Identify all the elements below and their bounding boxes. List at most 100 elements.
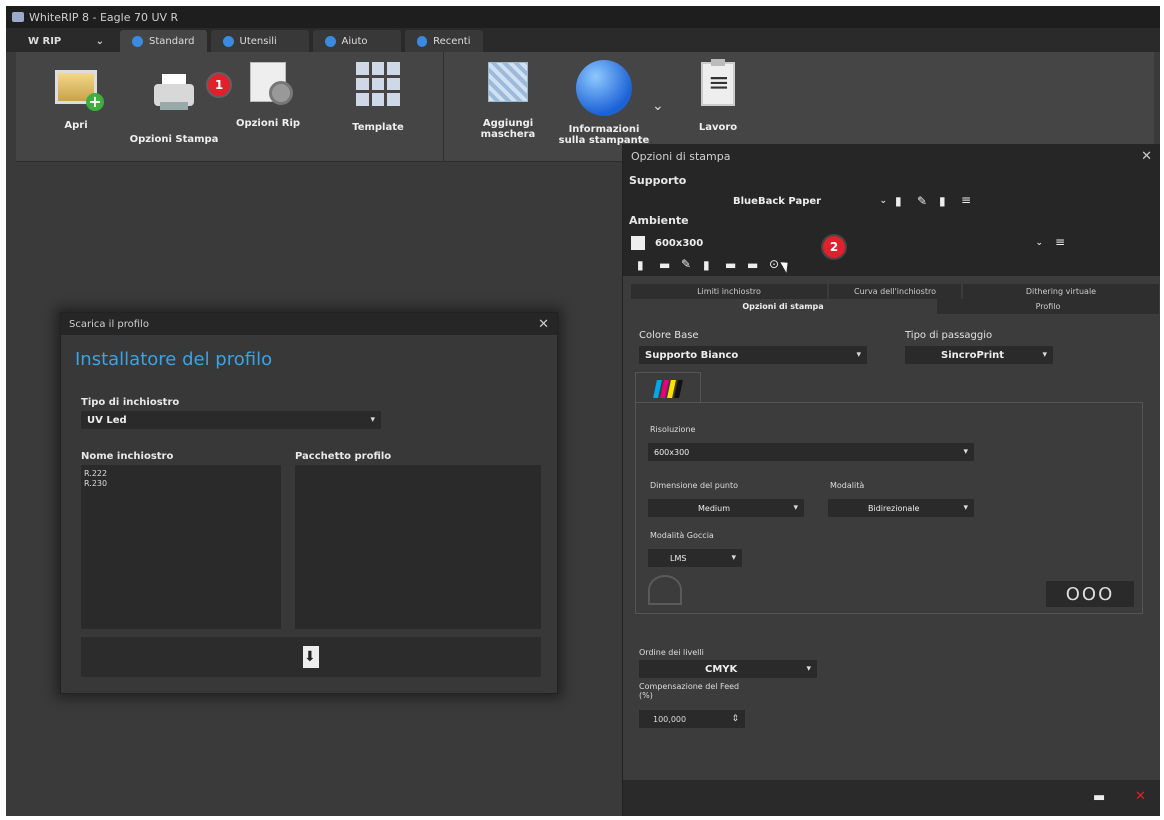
tab-ink-limits[interactable]: Limiti inchiostro	[631, 284, 827, 299]
new-file-icon[interactable]: ▮	[637, 258, 644, 272]
job-label: Lavoro	[698, 122, 738, 133]
export-icon[interactable]: ▬	[747, 258, 758, 272]
pass-type-label: Tipo di passaggio	[905, 330, 993, 341]
open-button[interactable]: Apri	[30, 62, 122, 152]
app-window: WhiteRIP 8 - Eagle 70 UV R W RIP ⌄ Stand…	[6, 6, 1160, 816]
tab-recenti[interactable]: Recenti	[404, 30, 483, 52]
environment-label: Ambiente	[629, 214, 689, 227]
support-select[interactable]: BlueBack Paper ⌄	[707, 192, 893, 210]
menu-icon[interactable]: ≡	[1055, 235, 1065, 249]
base-color-select[interactable]: Supporto Bianco ▾	[639, 346, 867, 364]
ink-settings-panel: Risoluzione 600x300 ▾ Dimensione del pun…	[635, 402, 1143, 614]
chevron-down-icon: ⌄	[95, 35, 104, 47]
rip-options-button[interactable]: Opzioni Rip	[222, 62, 314, 152]
tab-virtual-dithering[interactable]: Dithering virtuale	[963, 284, 1159, 299]
globe-icon	[576, 60, 632, 116]
close-icon[interactable]: ✕	[1141, 149, 1152, 164]
tab-label: Recenti	[433, 35, 471, 47]
mode-select[interactable]: Bidirezionale ▾	[828, 499, 974, 517]
base-color-label: Colore Base	[639, 330, 699, 341]
add-mask-button[interactable]: Aggiungi maschera	[456, 62, 560, 152]
chevron-down-icon: ▾	[806, 664, 811, 674]
tab-print-options[interactable]: Opzioni di stampa	[631, 299, 935, 314]
list-item[interactable]: R.222	[84, 469, 278, 479]
pass-type-select[interactable]: SincroPrint ▾	[905, 346, 1053, 364]
delete-icon[interactable]: ▮	[939, 194, 946, 208]
new-file-icon[interactable]: ▮	[895, 194, 902, 208]
chevron-down-icon: ▾	[963, 447, 968, 457]
cancel-close-icon[interactable]: ✕	[1135, 789, 1146, 804]
printer-info-button[interactable]: Informazioni sulla stampante	[556, 60, 652, 150]
more-options-button[interactable]: OOO	[1046, 581, 1134, 607]
download-icon	[303, 646, 319, 668]
edit-pencil-icon[interactable]: ✎	[917, 194, 927, 208]
tab-aiuto[interactable]: Aiuto	[312, 30, 401, 52]
menu-icon[interactable]: ≡	[961, 193, 971, 207]
dot-size-label: Dimensione del punto	[650, 481, 739, 490]
resolution-label: Risoluzione	[650, 425, 696, 434]
chevron-down-icon: ▾	[370, 415, 375, 425]
clipboard-icon	[701, 59, 735, 106]
layer-order-label: Ordine dei livelli	[639, 648, 704, 657]
environment-select[interactable]: 600x300 ⌄	[649, 234, 1049, 252]
list-item[interactable]: R.230	[84, 479, 278, 489]
brand-watermark-icon	[648, 575, 682, 605]
delete-icon[interactable]: ▮	[703, 258, 710, 272]
download-button[interactable]	[81, 637, 541, 677]
rip-options-label: Opzioni Rip	[235, 118, 301, 129]
mode-value: Bidirezionale	[868, 503, 920, 513]
app-menu-label: W RIP	[28, 35, 62, 47]
grid-template-icon	[356, 62, 400, 106]
add-mask-label: Aggiungi maschera	[480, 118, 536, 140]
template-button[interactable]: Template	[332, 62, 424, 152]
ink-type-value: UV Led	[87, 414, 127, 426]
drop-mode-select[interactable]: LMS ▾	[648, 549, 742, 567]
print-options-dialog: Opzioni di stampa ✕ Supporto BlueBack Pa…	[622, 144, 1160, 816]
tools-icon	[222, 35, 234, 47]
chevron-down-icon: ▾	[793, 503, 798, 513]
save-icon[interactable]: ▬	[1093, 790, 1105, 805]
chevron-down-icon: ⌄	[879, 196, 887, 206]
step-badge-2: 2	[823, 236, 845, 258]
profile-pack-list[interactable]	[295, 465, 541, 629]
stepper-arrows-icon[interactable]: ⇕	[731, 714, 739, 724]
ink-name-list[interactable]: R.222 R.230	[81, 465, 281, 629]
tab-utensili[interactable]: Utensili	[210, 30, 309, 52]
tab-standard[interactable]: Standard	[120, 30, 207, 52]
save-icon[interactable]: ▬	[659, 258, 670, 272]
layer-order-select[interactable]: CMYK ▾	[639, 660, 817, 678]
title-bar: WhiteRIP 8 - Eagle 70 UV R	[6, 6, 1160, 28]
download-profile-icon[interactable]: ⊙	[769, 257, 779, 271]
app-logo-icon	[12, 12, 24, 22]
pass-type-value: SincroPrint	[941, 349, 1005, 361]
window-title: WhiteRIP 8 - Eagle 70 UV R	[29, 10, 179, 24]
feed-compensation-stepper[interactable]: 100,000 ⇕	[639, 710, 745, 728]
dialog-title-bar: Scarica il profilo ✕	[61, 313, 557, 335]
mouse-cursor-icon	[780, 259, 792, 273]
ink-channel-tab[interactable]	[635, 372, 701, 404]
printer-info-label-line1: Informazioni	[568, 124, 640, 135]
job-button[interactable]: Lavoro	[672, 59, 764, 152]
chevron-down-icon: ▾	[731, 553, 736, 563]
tab-ink-curve[interactable]: Curva dell'inchiostro	[829, 284, 961, 299]
mask-icon	[488, 62, 528, 102]
import-icon[interactable]: ▬	[725, 258, 736, 272]
resolution-value: 600x300	[654, 447, 690, 457]
chevron-down-icon: ▾	[856, 350, 861, 360]
edit-pencil-icon[interactable]: ✎	[681, 257, 691, 271]
close-icon[interactable]: ✕	[538, 317, 549, 332]
tab-label: Utensili	[239, 35, 277, 47]
cmyk-icon	[653, 379, 683, 398]
printer-info-dropdown-icon[interactable]: ⌄	[652, 98, 664, 114]
feed-compensation-value: 100,000	[653, 714, 687, 724]
app-menu-button[interactable]: W RIP ⌄	[16, 30, 116, 52]
home-icon	[132, 35, 143, 47]
dialog-title: Scarica il profilo	[69, 318, 149, 330]
print-options-button[interactable]: Opzioni Stampa	[128, 62, 220, 152]
dialog-footer: ▬ ✕	[623, 780, 1160, 816]
ink-type-label: Tipo di inchiostro	[81, 397, 180, 408]
dot-size-select[interactable]: Medium ▾	[648, 499, 804, 517]
ink-type-select[interactable]: UV Led ▾	[81, 411, 381, 429]
tab-profile[interactable]: Profilo	[937, 299, 1159, 314]
resolution-select[interactable]: 600x300 ▾	[648, 443, 974, 461]
